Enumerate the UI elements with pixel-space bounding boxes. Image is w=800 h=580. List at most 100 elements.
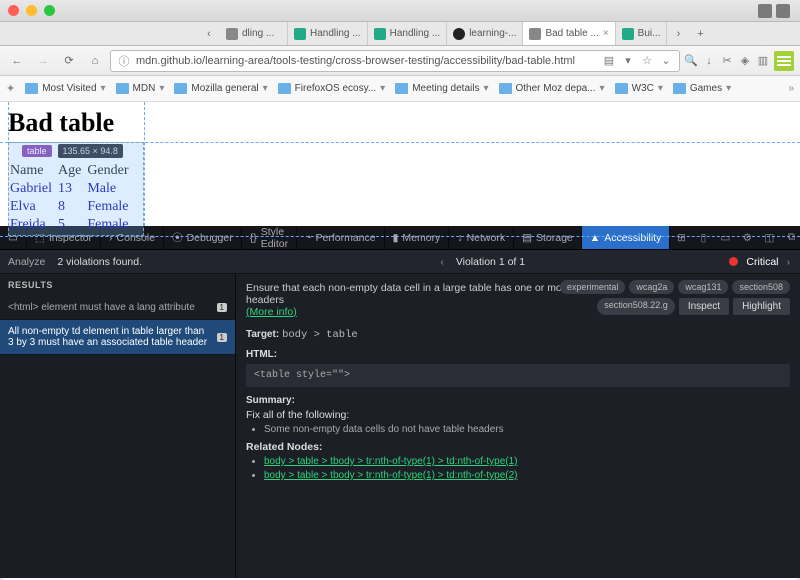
- rule-tag: experimental: [560, 280, 626, 294]
- devtools-tab-style-editor[interactable]: {} Style Editor: [242, 226, 297, 249]
- ruler-icon[interactable]: ▭: [714, 231, 736, 244]
- rule-tag: wcag2a: [629, 280, 674, 294]
- dock-side-icon[interactable]: ◫: [758, 231, 780, 244]
- close-tab-icon[interactable]: ×: [603, 28, 609, 39]
- downloads-icon[interactable]: ↓: [702, 54, 716, 68]
- history-dropdown-icon[interactable]: ▾: [621, 54, 635, 68]
- target-label: Target:: [246, 329, 279, 340]
- browser-tab[interactable]: learning-...: [447, 22, 523, 45]
- target-value: body > table: [282, 329, 358, 341]
- bookmark-star-icon[interactable]: ☆: [640, 54, 654, 68]
- devtools-tab-accessibility[interactable]: ▲ Accessibility: [582, 226, 671, 249]
- next-violation-button[interactable]: ›: [787, 256, 791, 268]
- settings-icon[interactable]: ⚙: [736, 231, 758, 244]
- toolbar-icon: [758, 4, 772, 18]
- tab-icon: [22, 22, 44, 45]
- results-header: RESULTS: [0, 274, 235, 296]
- rule-tag: wcag131: [678, 280, 728, 294]
- home-button[interactable]: ⌂: [84, 50, 106, 72]
- bookmarks-toolbar: ✦ Most Visited▾ MDN▾ Mozilla general▾ Fi…: [0, 76, 800, 102]
- prev-violation-button[interactable]: ‹: [440, 256, 444, 268]
- new-tab-button[interactable]: +: [689, 22, 711, 45]
- tab-icon: [176, 22, 198, 45]
- tags-row: experimental wcag2a wcag131 section508 s…: [530, 280, 790, 315]
- bookmark-item[interactable]: FirefoxOS ecosy...▾: [278, 83, 386, 94]
- related-nodes-list: body > table > tbody > tr:nth-of-type(1)…: [264, 456, 790, 481]
- tab-icon: [154, 22, 176, 45]
- dock-popout-icon[interactable]: ⧉: [780, 231, 800, 244]
- bookmark-item[interactable]: Meeting details▾: [395, 83, 488, 94]
- html-label: HTML:: [246, 349, 790, 360]
- browser-tab[interactable]: Bui...: [616, 22, 668, 45]
- page-content: Bad table table 135.65 × 94.8 NameAgeGen…: [0, 102, 800, 226]
- tab-label: Handling ...: [390, 28, 441, 39]
- search-icon[interactable]: 🔍: [684, 54, 698, 68]
- result-count-badge: 1: [217, 303, 227, 312]
- devtools-tab-network[interactable]: ↕ Network: [449, 226, 514, 249]
- forward-button[interactable]: →: [32, 50, 54, 72]
- bookmark-item[interactable]: Games▾: [673, 83, 731, 94]
- element-tag-badge: table: [22, 145, 52, 157]
- devtools-tab-storage[interactable]: ▤ Storage: [514, 226, 582, 249]
- violation-detail-pane: experimental wcag2a wcag131 section508 s…: [236, 274, 800, 578]
- table-row: Freida5Female: [10, 216, 135, 234]
- browser-tab-active[interactable]: Bad table ...×: [523, 22, 615, 45]
- reload-button[interactable]: ⟳: [58, 50, 80, 72]
- related-node-link[interactable]: body > table > tbody > tr:nth-of-type(1)…: [264, 456, 517, 467]
- bookmark-item[interactable]: Mozilla general▾: [174, 83, 267, 94]
- browser-tab[interactable]: dling ...: [220, 22, 288, 45]
- bookmarks-overflow-icon[interactable]: »: [788, 83, 794, 94]
- device-icon[interactable]: ▯: [692, 231, 714, 244]
- url-field[interactable]: ⓘ mdn.github.io/learning-area/tools-test…: [110, 50, 680, 72]
- result-count-badge: 1: [217, 333, 227, 342]
- bookmark-item[interactable]: Other Moz depa...▾: [499, 83, 605, 94]
- analyze-button[interactable]: Analyze: [8, 256, 45, 268]
- tab-label: Handling ...: [310, 28, 361, 39]
- back-button[interactable]: ←: [6, 50, 28, 72]
- severity-dot-icon: [729, 257, 738, 266]
- tab-nav-forward[interactable]: ›: [667, 22, 689, 45]
- devtools-tab-debugger[interactable]: ⦿ Debugger: [164, 226, 242, 249]
- tab-icon: [66, 22, 88, 45]
- related-node-link[interactable]: body > table > tbody > tr:nth-of-type(1)…: [264, 470, 517, 481]
- tab-icon: [0, 22, 22, 45]
- bookmark-item[interactable]: MDN▾: [116, 83, 165, 94]
- pocket-icon[interactable]: ⌄: [659, 54, 673, 68]
- violation-counter: Violation 1 of 1: [456, 256, 525, 268]
- bookmark-item[interactable]: W3C▾: [615, 83, 663, 94]
- reader-icon[interactable]: ▤: [602, 54, 616, 68]
- screenshot-icon[interactable]: ✂: [720, 54, 734, 68]
- url-toolbar: ← → ⟳ ⌂ ⓘ mdn.github.io/learning-area/to…: [0, 46, 800, 76]
- tab-label: learning-...: [469, 28, 516, 39]
- bookmark-item[interactable]: Most Visited▾: [25, 83, 105, 94]
- inspect-button[interactable]: Inspect: [679, 298, 729, 315]
- devtools-tab-performance[interactable]: ◔ Performance: [297, 226, 384, 249]
- browser-tab[interactable]: Handling ...: [288, 22, 368, 45]
- highlight-button[interactable]: Highlight: [733, 298, 790, 315]
- window-titlebar: [0, 0, 800, 22]
- tab-label: dling ...: [242, 28, 274, 39]
- tab-icon: [88, 22, 110, 45]
- minimize-window-button[interactable]: [26, 5, 37, 16]
- menu-button[interactable]: [774, 51, 794, 71]
- bookmark-menu-icon[interactable]: ✦: [6, 82, 15, 95]
- results-sidebar: RESULTS <html> element must have a lang …: [0, 274, 236, 578]
- tab-nav-back[interactable]: ‹: [198, 22, 220, 45]
- close-window-button[interactable]: [8, 5, 19, 16]
- tab-label: Bui...: [638, 28, 661, 39]
- bad-table: NameAgeGender Gabriel13Male Elva8Female …: [10, 162, 135, 234]
- result-item-selected[interactable]: All non-empty td element in table larger…: [0, 320, 235, 355]
- save-icon[interactable]: ◈: [738, 54, 752, 68]
- browser-tab[interactable]: Handling ...: [368, 22, 448, 45]
- zoom-window-button[interactable]: [44, 5, 55, 16]
- responsive-design-icon[interactable]: ⊞: [670, 231, 692, 244]
- result-item[interactable]: <html> element must have a lang attribut…: [0, 296, 235, 320]
- fix-list: Some non-empty data cells do not have ta…: [264, 424, 790, 435]
- tab-icon: [110, 22, 132, 45]
- url-text: mdn.github.io/learning-area/tools-testin…: [136, 55, 597, 67]
- sidebar-icon[interactable]: ▥: [756, 54, 770, 68]
- devtools-tab-memory[interactable]: ▮ Memory: [385, 226, 450, 249]
- more-info-link[interactable]: (More info): [246, 306, 297, 318]
- related-label: Related Nodes:: [246, 441, 790, 453]
- info-icon[interactable]: ⓘ: [117, 54, 131, 68]
